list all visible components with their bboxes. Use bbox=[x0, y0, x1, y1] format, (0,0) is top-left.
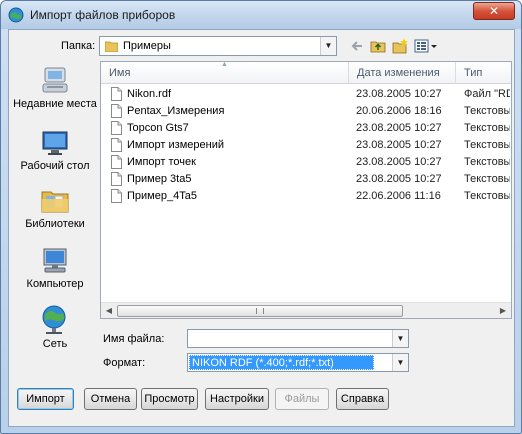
file-date: 23.08.2005 10:27 bbox=[356, 156, 442, 168]
import-button[interactable]: Импорт bbox=[17, 388, 74, 410]
list-item[interactable]: Импорт точек 23.08.2005 10:27 Текстовы bbox=[101, 154, 511, 171]
chevron-down-icon[interactable]: ▼ bbox=[392, 330, 408, 347]
recent-places-icon bbox=[42, 67, 68, 93]
file-name: Импорт точек bbox=[127, 156, 196, 168]
file-name: Пример_4Ta5 bbox=[127, 190, 197, 202]
new-folder-icon[interactable] bbox=[392, 38, 408, 54]
format-dropdown-value: NIKON RDF (*.400;*.rdf;*.txt) bbox=[189, 355, 374, 370]
format-dropdown[interactable]: NIKON RDF (*.400;*.rdf;*.txt) ▼ bbox=[187, 353, 409, 372]
close-button[interactable]: ✕ bbox=[473, 2, 515, 20]
place-label: Сеть bbox=[42, 338, 68, 350]
list-item[interactable]: Импорт измерений 23.08.2005 10:27 Текстовы bbox=[101, 137, 511, 154]
place-label: Компьютер bbox=[26, 278, 84, 290]
text-file-icon bbox=[111, 121, 122, 135]
back-arrow-icon[interactable] bbox=[349, 38, 365, 54]
view-menu-icon[interactable] bbox=[414, 38, 438, 54]
scroll-left-icon[interactable]: ◀ bbox=[102, 304, 116, 318]
place-desktop[interactable]: Рабочий стол bbox=[13, 128, 97, 172]
help-button[interactable]: Справка bbox=[336, 388, 389, 410]
list-item[interactable]: Пример 3ta5 23.08.2005 10:27 Текстовы bbox=[101, 171, 511, 188]
place-label: Рабочий стол bbox=[20, 160, 90, 172]
close-icon: ✕ bbox=[488, 4, 500, 18]
libraries-icon bbox=[41, 191, 69, 213]
up-folder-icon[interactable] bbox=[370, 38, 386, 54]
file-type: Текстовы bbox=[464, 105, 510, 117]
list-item[interactable]: Topcon Gts7 23.08.2005 10:27 Текстовы bbox=[101, 120, 511, 137]
sort-up-icon: ▲ bbox=[221, 61, 228, 68]
file-type: Текстовы bbox=[464, 190, 510, 202]
place-recent[interactable]: Недавние места bbox=[13, 66, 97, 110]
file-name: Импорт измерений bbox=[127, 139, 224, 151]
places-bar: Недавние места Рабочий стол Библиотеки К… bbox=[13, 60, 97, 360]
text-file-icon bbox=[111, 172, 122, 186]
place-libraries[interactable]: Библиотеки bbox=[13, 186, 97, 230]
file-name: Pentax_Измерения bbox=[127, 105, 225, 117]
computer-icon bbox=[43, 248, 67, 273]
import-dialog-window: Импорт файлов приборов ✕ Папка: Примеры … bbox=[0, 0, 522, 434]
file-date: 23.08.2005 10:27 bbox=[356, 88, 442, 100]
place-computer[interactable]: Компьютер bbox=[13, 246, 97, 290]
file-name: Topcon Gts7 bbox=[127, 122, 189, 134]
text-file-icon bbox=[111, 189, 122, 203]
horizontal-scrollbar[interactable]: ◀ ▶ bbox=[101, 302, 511, 318]
file-date: 23.08.2005 10:27 bbox=[356, 173, 442, 185]
file-type: Текстовы bbox=[464, 122, 510, 134]
file-type: Текстовы bbox=[464, 173, 510, 185]
list-item[interactable]: Пример_4Ta5 22.06.2006 11:16 Текстовы bbox=[101, 188, 511, 205]
column-header-name[interactable]: ▲ Имя bbox=[101, 61, 349, 84]
text-file-icon bbox=[111, 155, 122, 169]
filename-field[interactable]: ▼ bbox=[187, 329, 409, 348]
file-date: 20.06.2006 18:16 bbox=[356, 105, 442, 117]
dialog-client-area: Папка: Примеры ▼ Недавние места Рабочий … bbox=[8, 29, 515, 427]
text-file-icon bbox=[111, 138, 122, 152]
grip-icon bbox=[256, 308, 264, 314]
chevron-down-icon[interactable]: ▼ bbox=[320, 37, 336, 55]
file-type: Файл "RD bbox=[464, 88, 510, 100]
place-label: Библиотеки bbox=[25, 218, 85, 230]
text-file-icon bbox=[111, 87, 122, 101]
filename-value bbox=[189, 331, 191, 346]
list-item[interactable]: Nikon.rdf 23.08.2005 10:27 Файл "RD bbox=[101, 86, 511, 103]
place-label: Недавние места bbox=[13, 98, 97, 110]
settings-button[interactable]: Настройки bbox=[205, 388, 269, 410]
column-header-type[interactable]: Тип bbox=[456, 62, 511, 84]
file-name: Пример 3ta5 bbox=[127, 173, 192, 185]
format-label: Формат: bbox=[103, 357, 146, 369]
files-button[interactable]: Файлы bbox=[275, 388, 329, 410]
scroll-right-icon[interactable]: ▶ bbox=[496, 304, 510, 318]
file-list[interactable]: ▲ Имя Дата изменения Тип Nikon.rdf 23.08.… bbox=[100, 61, 512, 319]
file-date: 23.08.2005 10:27 bbox=[356, 122, 442, 134]
preview-button[interactable]: Просмотр bbox=[141, 388, 198, 410]
folder-dropdown-value: Примеры bbox=[123, 40, 171, 52]
chevron-down-icon[interactable]: ▼ bbox=[392, 354, 408, 371]
place-network[interactable]: Сеть bbox=[13, 304, 97, 350]
network-icon bbox=[42, 305, 66, 334]
cancel-button[interactable]: Отмена bbox=[84, 388, 137, 410]
file-type: Текстовы bbox=[464, 139, 510, 151]
file-name: Nikon.rdf bbox=[127, 88, 172, 100]
filename-label: Имя файла: bbox=[103, 333, 165, 345]
scroll-thumb[interactable] bbox=[117, 305, 403, 317]
column-header-date[interactable]: Дата изменения bbox=[349, 62, 456, 84]
desktop-icon bbox=[42, 131, 68, 155]
folder-dropdown[interactable]: Примеры ▼ bbox=[99, 36, 337, 56]
title-bar[interactable]: Импорт файлов приборов ✕ bbox=[1, 1, 521, 29]
window-title: Импорт файлов приборов bbox=[30, 8, 176, 22]
folder-icon bbox=[105, 41, 118, 52]
folder-label: Папка: bbox=[61, 40, 96, 52]
file-type: Текстовы bbox=[464, 156, 510, 168]
text-file-icon bbox=[111, 104, 122, 118]
list-header: ▲ Имя Дата изменения Тип bbox=[101, 61, 511, 84]
list-item[interactable]: Pentax_Измерения 20.06.2006 18:16 Текстовы bbox=[101, 103, 511, 120]
file-date: 22.06.2006 11:16 bbox=[356, 190, 441, 202]
file-date: 23.08.2005 10:27 bbox=[356, 139, 442, 151]
app-globe-icon bbox=[8, 7, 24, 23]
